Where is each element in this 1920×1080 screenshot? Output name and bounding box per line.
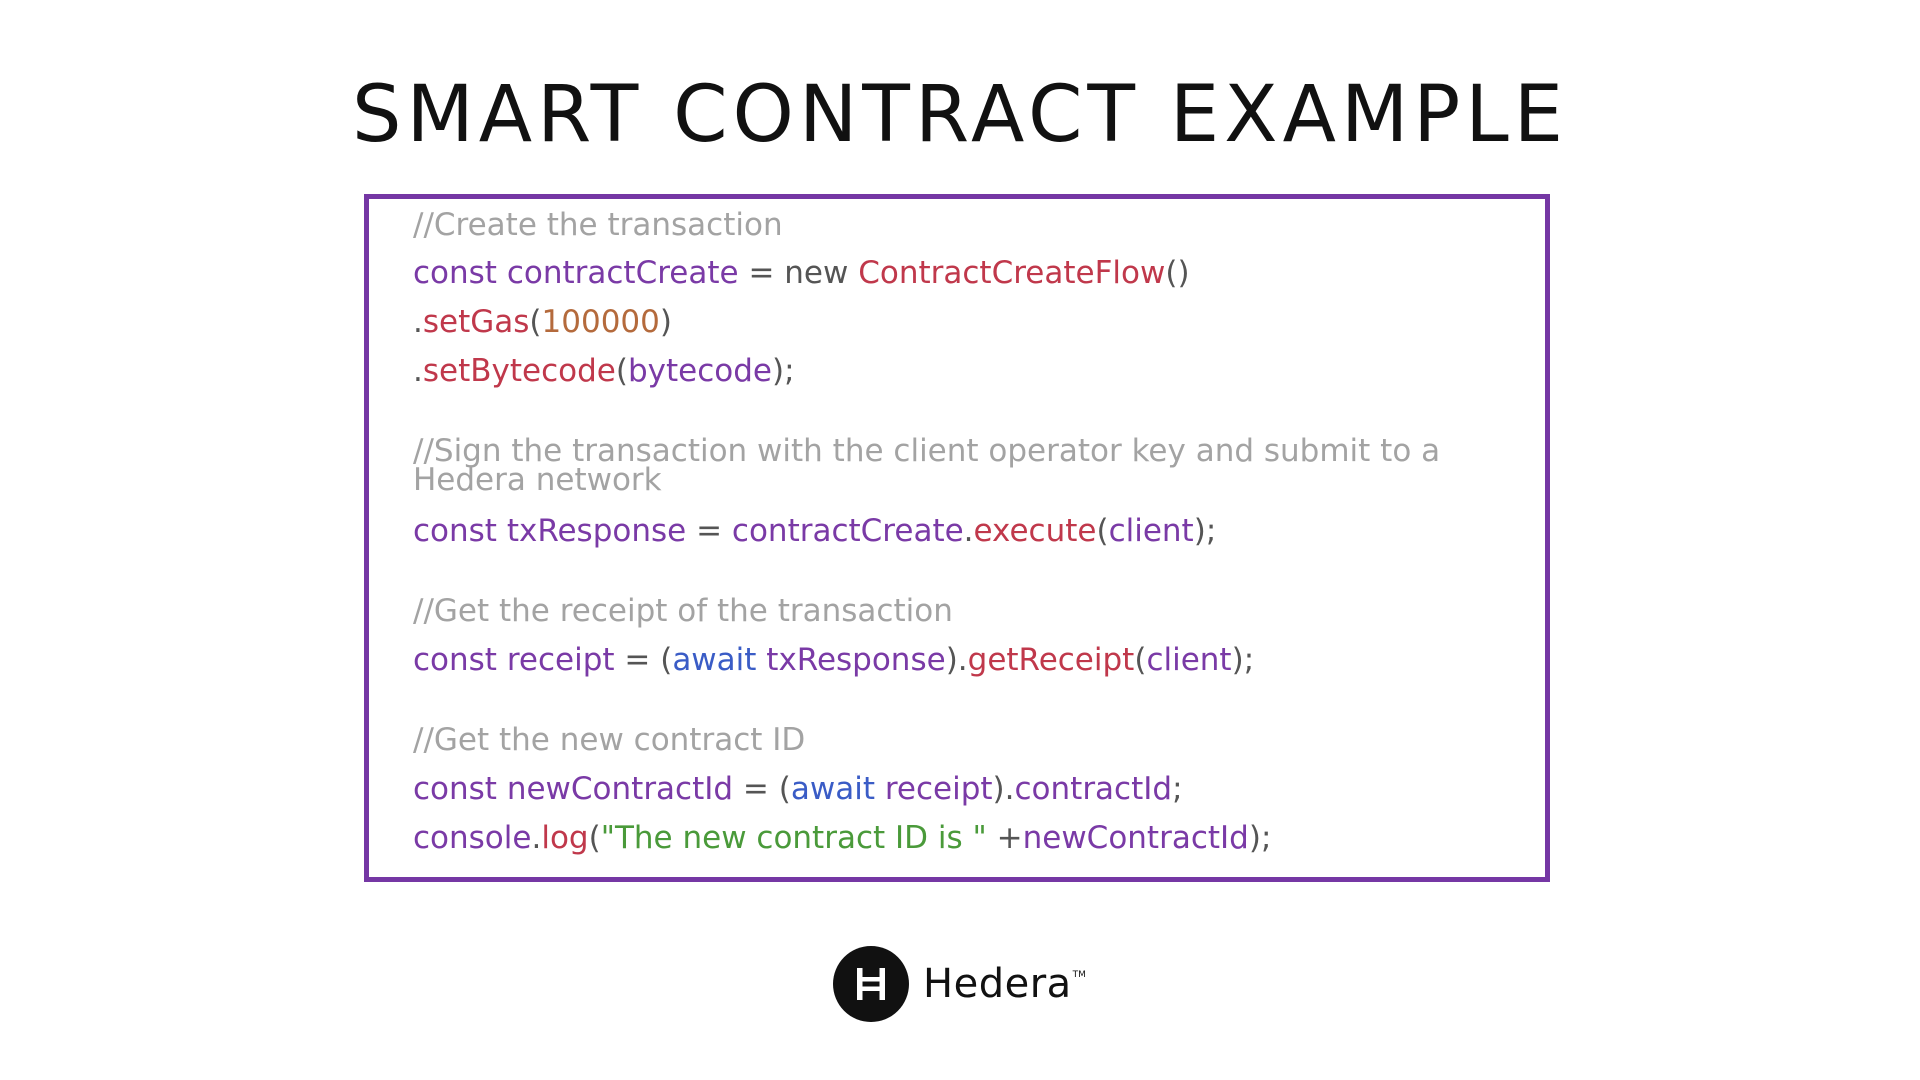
code-punctuation: ( — [529, 304, 542, 340]
code-identifier: newContractId — [1022, 820, 1249, 856]
code-punctuation: ). — [992, 771, 1015, 807]
code-identifier: client — [1146, 642, 1232, 678]
code-identifier: txResponse — [766, 642, 946, 678]
code-punctuation: ); — [771, 353, 795, 389]
code-line: console.log("The new contract ID is " +n… — [413, 822, 1271, 854]
code-number: 100000 — [541, 304, 660, 340]
page-title: SMART CONTRACT EXAMPLE — [351, 70, 1569, 160]
code-keyword: const — [413, 642, 497, 678]
code-property: contractId — [1014, 771, 1173, 807]
code-punctuation: ); — [1193, 513, 1217, 549]
code-punctuation: ( — [615, 353, 628, 389]
code-comment-line: Hedera network — [413, 462, 662, 498]
code-identifier: console — [413, 820, 532, 856]
code-method: setBytecode — [422, 353, 616, 389]
code-operator: + — [986, 820, 1023, 856]
code-string: "The new contract ID is " — [600, 820, 987, 856]
code-identifier: receipt — [884, 771, 993, 807]
code-line: const newContractId = (await receipt).co… — [413, 773, 1183, 805]
code-keyword: const — [413, 255, 497, 291]
code-punctuation: . — [413, 304, 423, 340]
code-punctuation: ( — [1134, 642, 1147, 678]
code-identifier: txResponse — [506, 513, 687, 549]
code-operator: = ( — [733, 771, 791, 807]
code-keyword-await: await — [672, 642, 757, 678]
code-line: const receipt = (await txResponse).getRe… — [413, 644, 1254, 676]
code-identifier: contractCreate — [731, 513, 964, 549]
code-method: getReceipt — [967, 642, 1135, 678]
code-comment: //Create the transaction — [413, 207, 783, 243]
code-line: const txResponse = contractCreate.execut… — [413, 515, 1216, 547]
code-comment: //Get the new contract ID — [413, 722, 806, 758]
code-punctuation: ) — [659, 304, 672, 340]
code-identifier: bytecode — [627, 353, 772, 389]
code-keyword-await: await — [790, 771, 875, 807]
code-method: setGas — [422, 304, 530, 340]
code-method: log — [541, 820, 589, 856]
code-example-frame: //Create the transaction const contractC… — [364, 194, 1550, 882]
code-punctuation: () — [1165, 255, 1190, 291]
code-identifier: receipt — [506, 642, 615, 678]
logo-wordmark: Hedera — [923, 961, 1072, 1007]
code-operator: = ( — [614, 642, 673, 678]
code-keyword: const — [413, 771, 497, 807]
trademark-symbol: TM — [1072, 970, 1086, 980]
code-punctuation: . — [963, 513, 974, 549]
code-line: .setBytecode(bytecode); — [413, 355, 795, 387]
code-operator: = — [686, 513, 732, 549]
code-comment: //Get the receipt of the transaction — [413, 593, 953, 629]
code-identifier: client — [1108, 513, 1194, 549]
code-punctuation: . — [413, 353, 423, 389]
code-class-name: ContractCreateFlow — [858, 255, 1166, 291]
hedera-h-icon — [833, 946, 909, 1022]
code-line: .setGas(100000) — [413, 306, 672, 338]
code-method: execute — [973, 513, 1097, 549]
code-comment: //Sign the transaction with the client o… — [413, 436, 1440, 498]
code-punctuation: ( — [588, 820, 601, 856]
code-line: const contractCreate = new ContractCreat… — [413, 257, 1190, 289]
code-keyword: const — [413, 513, 497, 549]
hedera-logo: Hedera TM — [833, 946, 1086, 1022]
code-punctuation: ( — [1096, 513, 1109, 549]
code-identifier: newContractId — [506, 771, 734, 807]
code-punctuation: ; — [1172, 771, 1183, 807]
code-identifier: contractCreate — [506, 255, 739, 291]
code-punctuation: ). — [945, 642, 968, 678]
code-punctuation: ); — [1248, 820, 1272, 856]
code-punctuation: . — [531, 820, 542, 856]
code-punctuation: ); — [1231, 642, 1255, 678]
code-operator: = new — [738, 255, 859, 291]
